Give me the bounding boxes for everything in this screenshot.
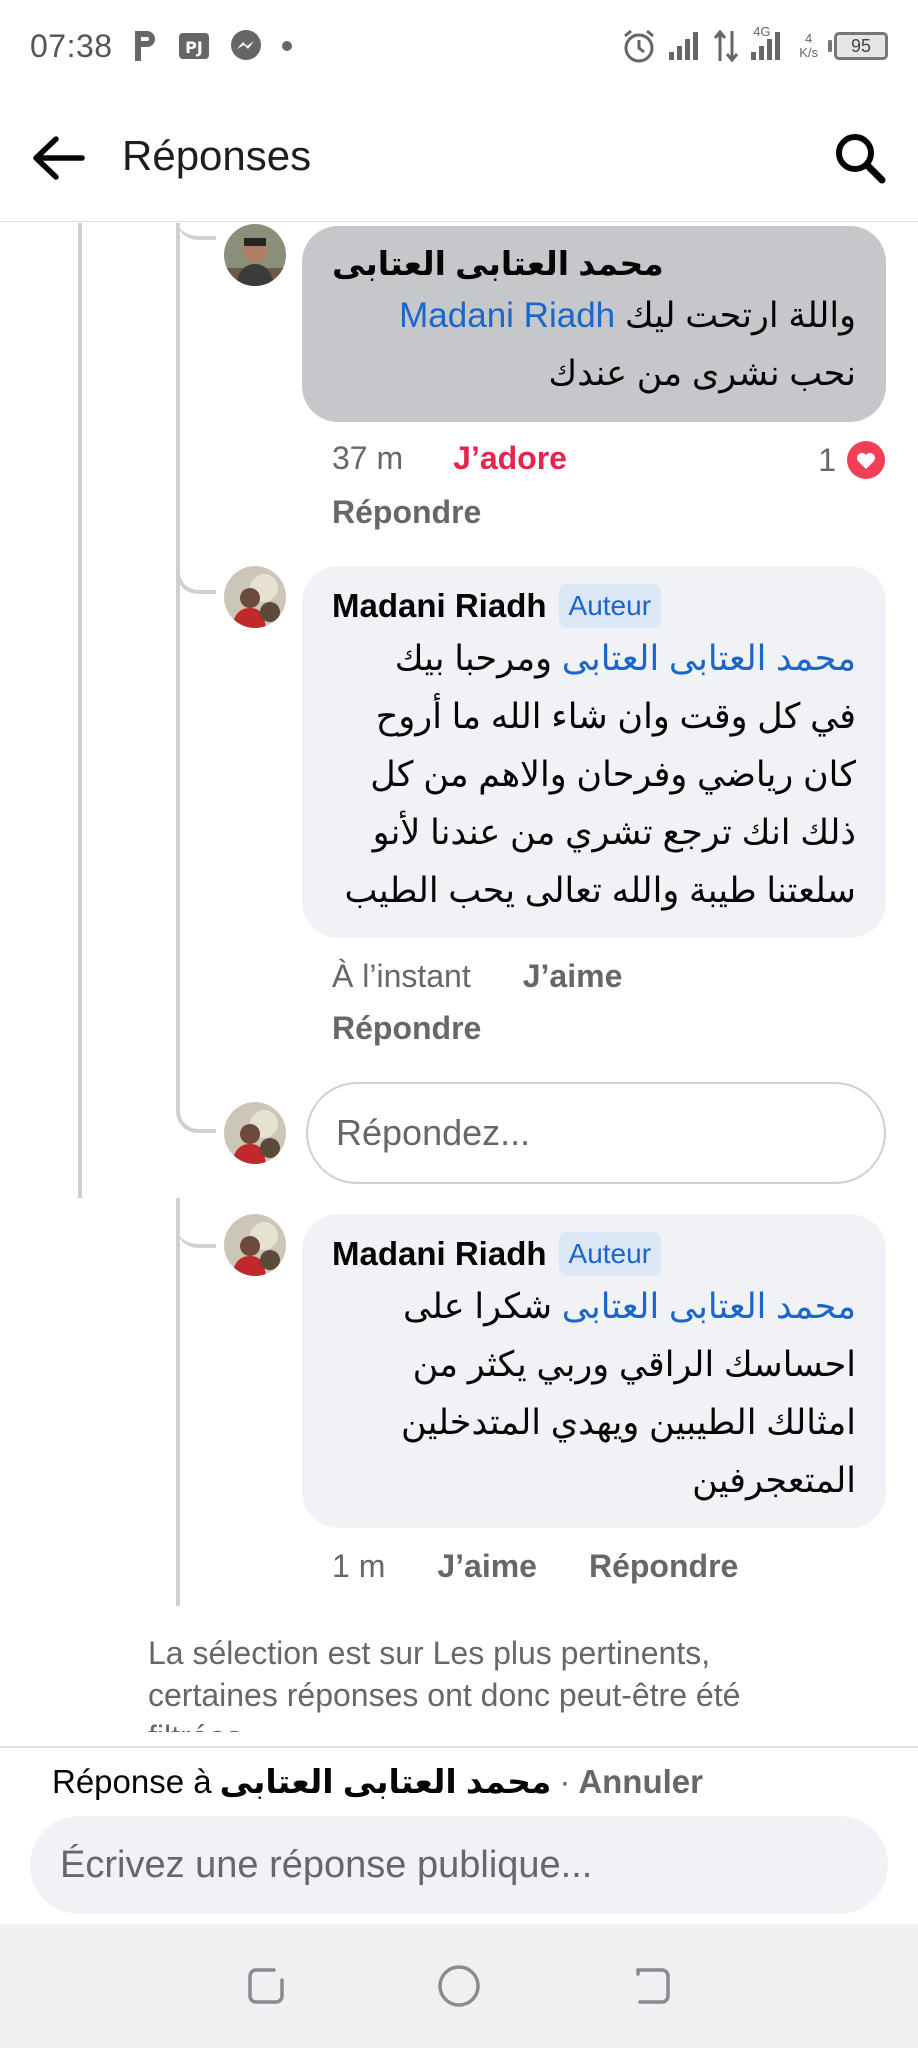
signal-4g-icon: 4G [749,24,789,62]
author-badge: Auteur [558,584,662,628]
arrow-left-icon [33,136,85,180]
avatar[interactable] [224,1214,286,1276]
system-nav-bar [0,1924,918,2048]
battery-icon: 95 [828,32,888,60]
separator: · [559,1762,571,1800]
battery-level: 95 [834,32,888,60]
alarm-icon [621,28,657,64]
comment-author[interactable]: Madani Riadh Auteur [332,584,856,628]
author-badge: Auteur [558,1232,662,1276]
comment-author[interactable]: Madani Riadh Auteur [332,1232,856,1276]
recent-apps-icon [248,1968,285,2004]
comment-bubble[interactable]: Madani Riadh Auteur محمد العتابى العتابى… [302,1214,886,1528]
comment-actions: 37 m J’adore [332,440,567,477]
svg-text:PJ: PJ [185,38,203,57]
signal-icon [667,30,703,62]
back-nav-icon [635,1968,670,2004]
comment-actions: 1 m J’aime Répondre [332,1548,738,1585]
network-speed: 4 K/s [799,32,818,60]
data-transfer-icon [713,29,739,63]
inline-reply-placeholder: Répondez... [336,1112,531,1153]
comment-text-line: ذلك انك ترجع تشري من عندنا لأنو [372,813,856,852]
thread-connector-1 [176,210,216,240]
comment-text-rest: واللة ارتحت ليك [624,296,856,335]
search-button[interactable] [828,126,892,190]
comment-text-line: كان رياضي وفرحان والاهم من كل [370,755,856,794]
comment-author[interactable]: محمد العتابى العتابى [332,244,856,283]
mention-link[interactable]: محمد العتابى العتابى [562,639,856,678]
reply-composer: Réponse à محمد العتابى العتابى · Annuler… [0,1746,918,1924]
comment-bubble[interactable]: محمد العتابى العتابى واللة ارتحت ليك Mad… [302,226,886,422]
thread-line-replies [176,223,180,1103]
author-name[interactable]: Madani Riadh [332,587,547,625]
comment-time[interactable]: À l’instant [332,958,471,995]
home-icon [438,1965,480,2007]
current-user-avatar [224,1102,286,1164]
home-button[interactable] [429,1956,489,2016]
author-name[interactable]: Madani Riadh [332,1235,547,1273]
status-time: 07:38 [30,27,113,64]
replying-name: محمد العتابى العتابى [219,1763,552,1800]
battery-tip [828,40,832,52]
comment-text: محمد العتابى العتابى ومرحبا بيك في كل وق… [332,630,856,920]
avatar[interactable] [224,566,286,628]
comment-text: واللة ارتحت ليك Madani Riadh نحب نشرى من… [332,287,856,403]
reply-button[interactable]: Répondre [589,1548,738,1585]
parking-icon [131,29,159,63]
thread-connector-3 [176,1065,216,1133]
like-button[interactable]: J’aime [437,1548,537,1585]
comment-actions: À l’instant J’aime [332,958,622,995]
comment-text-rest: ومرحبا بيك [394,639,553,678]
thread-line-outer [78,223,82,1198]
mention-link[interactable]: محمد العتابى العتابى [562,1287,856,1326]
thread-connector-4 [176,1208,216,1248]
comment-text-line: امثالك الطيبين ويهدي المتدخلين [401,1403,856,1442]
reaction-summary[interactable]: 1 [818,440,886,480]
signal-label: 4G [753,24,771,39]
comment-text-line: احساسك الراقي وربي يكثر من [412,1345,856,1384]
search-icon [836,134,886,184]
comment-text-rest: شكرا على [402,1287,553,1326]
cancel-reply-button[interactable]: Annuler [578,1763,703,1801]
app-header: Réponses [0,92,918,222]
public-reply-input[interactable]: Écrivez une réponse publique... [30,1816,888,1914]
reply-button[interactable]: Répondre [332,494,481,531]
comment-bubble[interactable]: Madani Riadh Auteur محمد العتابى العتابى… [302,566,886,938]
messenger-icon [229,29,263,63]
app-notification-icon: PJ [177,29,211,63]
status-left: 07:38 PJ [30,28,293,65]
like-button[interactable]: J’aime [523,958,623,995]
comment-text-line: في كل وقت وان شاء الله ما أروح [375,697,856,736]
inline-reply-input[interactable]: Répondez... [306,1082,886,1184]
mention-link[interactable]: Madani Riadh [399,296,615,335]
replying-to: Réponse à محمد العتابى العتابى · Annuler [52,1762,703,1801]
page-title: Réponses [122,132,312,179]
comment-time[interactable]: 37 m [332,440,403,477]
filter-note: La sélection est sur Les plus pertinents… [148,1635,741,1732]
network-speed-unit: K/s [799,45,818,60]
status-bar: 07:38 PJ 4G 4 K/s 95 [0,0,918,92]
network-speed-value: 4 [804,31,813,46]
reaction-count: 1 [818,441,836,478]
compose-placeholder: Écrivez une réponse publique... [60,1843,593,1886]
comment-text-line: نحب نشرى من عندك [548,354,856,393]
comment-text-line: سلعتنا طيبة والله تعالى يحب الطيب [344,871,856,910]
thread-line-second [176,1198,180,1606]
author-name[interactable]: محمد العتابى العتابى [332,244,664,283]
avatar[interactable] [224,224,286,286]
dot-icon [281,40,293,52]
status-right: 4G 4 K/s 95 [621,24,888,64]
comment-text-line: المتعجرفين [692,1461,856,1500]
replying-prefix: Réponse à [52,1762,212,1800]
love-reaction-icon [847,441,885,479]
react-button[interactable]: J’adore [453,440,567,477]
comment-text: محمد العتابى العتابى شكرا على احساسك الر… [332,1278,856,1510]
back-nav-button[interactable] [622,1956,682,2016]
back-button[interactable] [28,128,88,188]
recent-apps-button[interactable] [236,1956,296,2016]
comment-time[interactable]: 1 m [332,1548,385,1585]
reply-button[interactable]: Répondre [332,1010,481,1047]
thread-connector-2 [176,560,216,594]
